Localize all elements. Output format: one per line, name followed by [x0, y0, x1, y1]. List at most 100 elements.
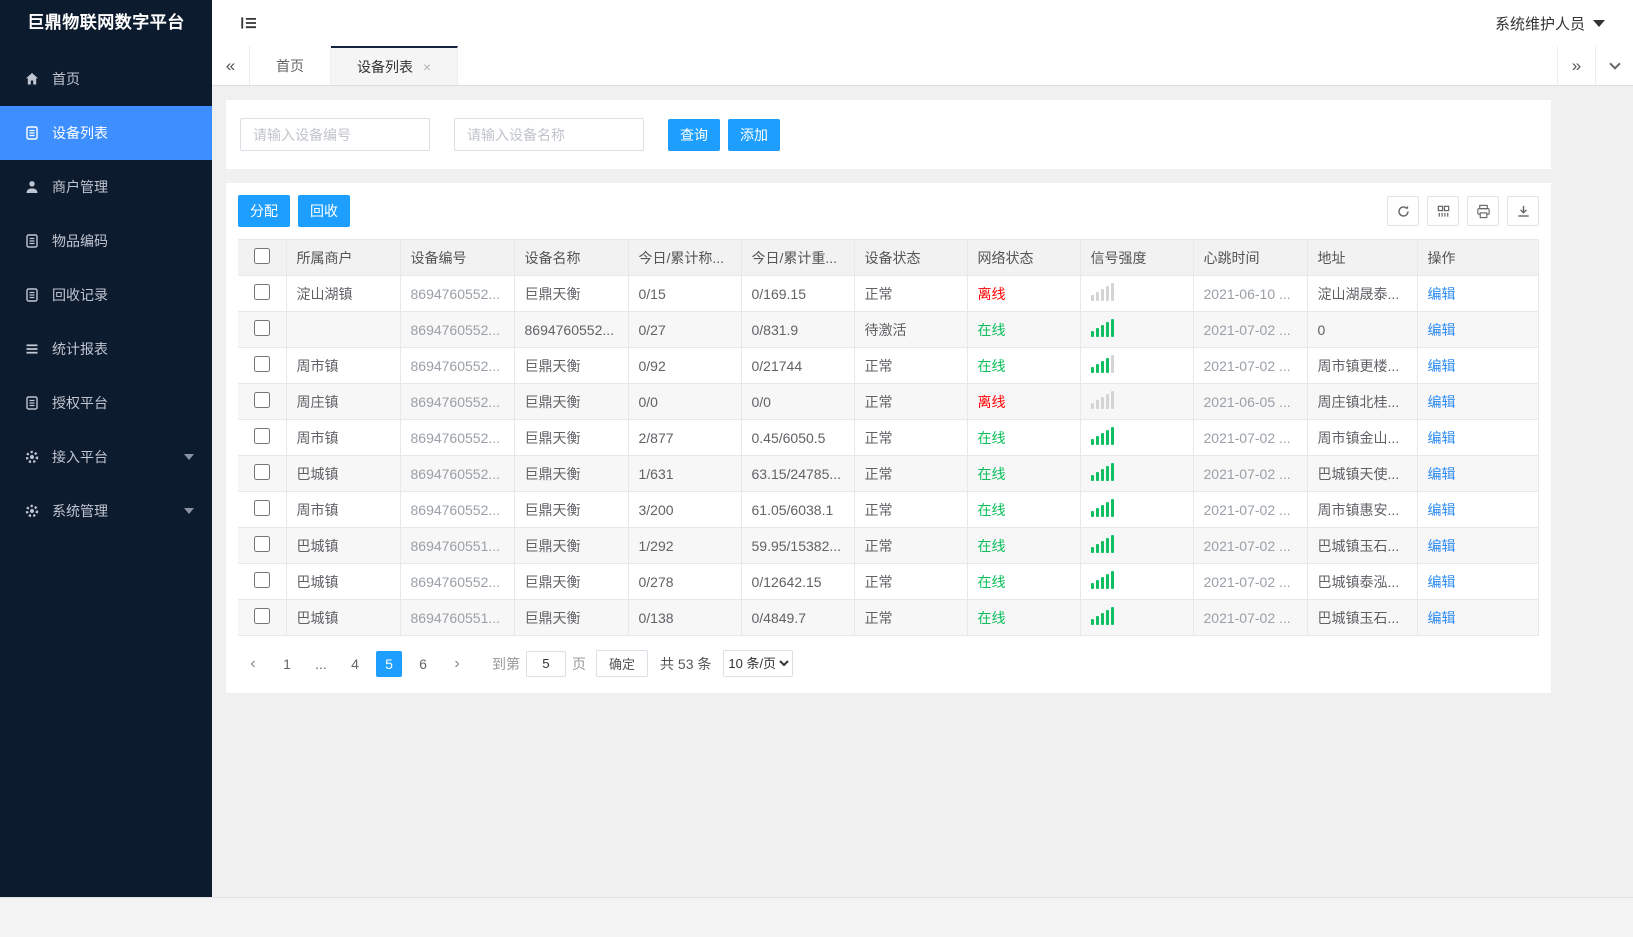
sidebar-item-label: 接入平台	[52, 449, 108, 465]
recycle-button[interactable]: 回收	[298, 195, 350, 227]
confirm-button[interactable]: 确定	[596, 650, 649, 677]
print-icon[interactable]	[1467, 196, 1499, 226]
pagination: ‹ 1 ... 4 5 6 › 到第 页 确定 共 53 条 10 条/页	[238, 636, 1539, 681]
row-checkbox[interactable]	[253, 572, 270, 588]
row-checkbox[interactable]	[253, 428, 270, 444]
cell-address: 周庄镇北桂...	[1307, 383, 1418, 420]
edit-link[interactable]: 编辑	[1428, 538, 1456, 554]
tabs-scroll-left-icon[interactable]: «	[212, 46, 250, 85]
row-checkbox[interactable]	[253, 500, 270, 516]
query-button[interactable]: 查询	[668, 118, 720, 151]
row-checkbox[interactable]	[253, 356, 270, 372]
tabs-menu-icon[interactable]	[1595, 46, 1633, 85]
cell-device-status: 正常	[854, 347, 968, 384]
edit-link[interactable]: 编辑	[1428, 322, 1456, 338]
edit-link[interactable]: 编辑	[1428, 430, 1456, 446]
sidebar-item-label: 商户管理	[52, 179, 108, 195]
cell-network-status: 在线	[967, 419, 1081, 456]
table-row: 周市镇 8694760552... 巨鼎天衡 0/92 0/21744 正常 在线 2021-…	[238, 347, 1539, 384]
row-checkbox[interactable]	[253, 464, 270, 480]
edit-link[interactable]: 编辑	[1428, 574, 1456, 590]
prev-page-icon[interactable]: ‹	[240, 651, 266, 677]
columns-icon[interactable]	[1427, 196, 1459, 226]
tab-label: 设备列表	[357, 58, 413, 75]
page-5-current[interactable]: 5	[376, 650, 402, 677]
sidebar-item-label: 系统管理	[52, 503, 108, 519]
cell-today-count: 3/200	[628, 491, 742, 528]
sidebar-toggle-icon[interactable]	[240, 14, 258, 32]
tab-device-list[interactable]: 设备列表 ×	[331, 46, 459, 85]
edit-link[interactable]: 编辑	[1428, 286, 1456, 302]
add-button[interactable]: 添加	[728, 118, 780, 151]
signal-strength-icon	[1090, 607, 1114, 625]
sidebar-item-device-list[interactable]: 设备列表	[0, 106, 212, 160]
page-ellipsis: ...	[315, 655, 327, 672]
sidebar-item-merchant[interactable]: 商户管理	[0, 160, 212, 214]
goto-page-input[interactable]	[526, 650, 566, 677]
edit-link[interactable]: 编辑	[1428, 610, 1456, 626]
sidebar-item-home[interactable]: 首页	[0, 52, 212, 106]
page-1[interactable]: 1	[274, 651, 300, 677]
user-icon	[24, 179, 40, 195]
signal-strength-icon	[1090, 463, 1114, 481]
row-checkbox[interactable]	[253, 536, 270, 552]
cell-actions: 编辑	[1417, 491, 1539, 528]
page-4[interactable]: 4	[342, 651, 368, 677]
sidebar-item-auth-platform[interactable]: 授权平台	[0, 376, 212, 430]
edit-link[interactable]: 编辑	[1428, 394, 1456, 410]
signal-strength-icon	[1090, 427, 1114, 445]
sidebar-item-report[interactable]: 统计报表	[0, 322, 212, 376]
close-icon[interactable]: ×	[423, 59, 431, 75]
sidebar-item-recycle-record[interactable]: 回收记录	[0, 268, 212, 322]
cell-device-no: 8694760552...	[400, 563, 515, 600]
tab-home[interactable]: 首页	[250, 46, 331, 85]
row-checkbox[interactable]	[253, 392, 270, 408]
edit-link[interactable]: 编辑	[1428, 502, 1456, 518]
cell-merchant: 巴城镇	[286, 455, 401, 492]
select-all-checkbox[interactable]	[253, 248, 270, 264]
edit-link[interactable]: 编辑	[1428, 358, 1456, 374]
table-row: 8694760552... 8694760552... 0/27 0/831.9 待激活…	[238, 311, 1539, 348]
cell-device-no: 8694760551...	[400, 599, 515, 636]
sidebar-item-access-platform[interactable]: 接入平台	[0, 430, 212, 484]
tabs-scroll-right-icon[interactable]: »	[1557, 46, 1595, 85]
cell-actions: 编辑	[1417, 275, 1539, 312]
sidebar-item-system-manage[interactable]: 系统管理	[0, 484, 212, 538]
export-icon[interactable]	[1507, 196, 1539, 226]
cell-heartbeat: 2021-07-02 ...	[1193, 491, 1308, 528]
assign-button[interactable]: 分配	[238, 195, 290, 227]
cell-device-status: 正常	[854, 527, 968, 564]
next-page-icon[interactable]: ›	[444, 651, 470, 677]
device-no-input[interactable]	[240, 118, 430, 151]
edit-link[interactable]: 编辑	[1428, 466, 1456, 482]
row-checkbox[interactable]	[253, 608, 270, 624]
cell-device-status: 正常	[854, 419, 968, 456]
doc-icon	[24, 287, 40, 303]
page-size-select[interactable]: 10 条/页	[723, 650, 794, 677]
row-checkbox[interactable]	[253, 284, 270, 300]
table-row: 周市镇 8694760552... 巨鼎天衡 2/877 0.45/6050.5 正常 在线…	[238, 419, 1539, 456]
cell-device-name: 巨鼎天衡	[514, 275, 629, 312]
signal-strength-icon	[1090, 571, 1114, 589]
cell-today-count: 0/138	[628, 599, 742, 636]
table-panel: 分配 回收 所属商户 设备编号 设备名称 今日/累计称... 今日/累计重...…	[226, 183, 1551, 693]
refresh-icon[interactable]	[1387, 196, 1419, 226]
cell-heartbeat: 2021-07-02 ...	[1193, 455, 1308, 492]
cell-heartbeat: 2021-06-10 ...	[1193, 275, 1308, 312]
device-name-input[interactable]	[454, 118, 644, 151]
sidebar-item-item-code[interactable]: 物品编码	[0, 214, 212, 268]
chevron-down-icon	[1593, 19, 1605, 27]
sidebar-item-label: 回收记录	[52, 287, 108, 303]
cell-address: 巴城镇玉石...	[1307, 527, 1418, 564]
page-6[interactable]: 6	[410, 651, 436, 677]
cell-merchant: 淀山湖镇	[286, 275, 401, 312]
cell-today-count: 1/292	[628, 527, 742, 564]
user-menu[interactable]: 系统维护人员	[1495, 13, 1605, 34]
network-status-badge: 在线	[977, 501, 1006, 518]
horizontal-scrollbar-track[interactable]	[0, 897, 1633, 937]
cell-device-no: 8694760552...	[400, 275, 515, 312]
row-checkbox[interactable]	[253, 320, 270, 336]
col-network-status: 网络状态	[967, 239, 1081, 276]
cell-device-status: 正常	[854, 383, 968, 420]
cell-device-name: 8694760552...	[514, 311, 629, 348]
